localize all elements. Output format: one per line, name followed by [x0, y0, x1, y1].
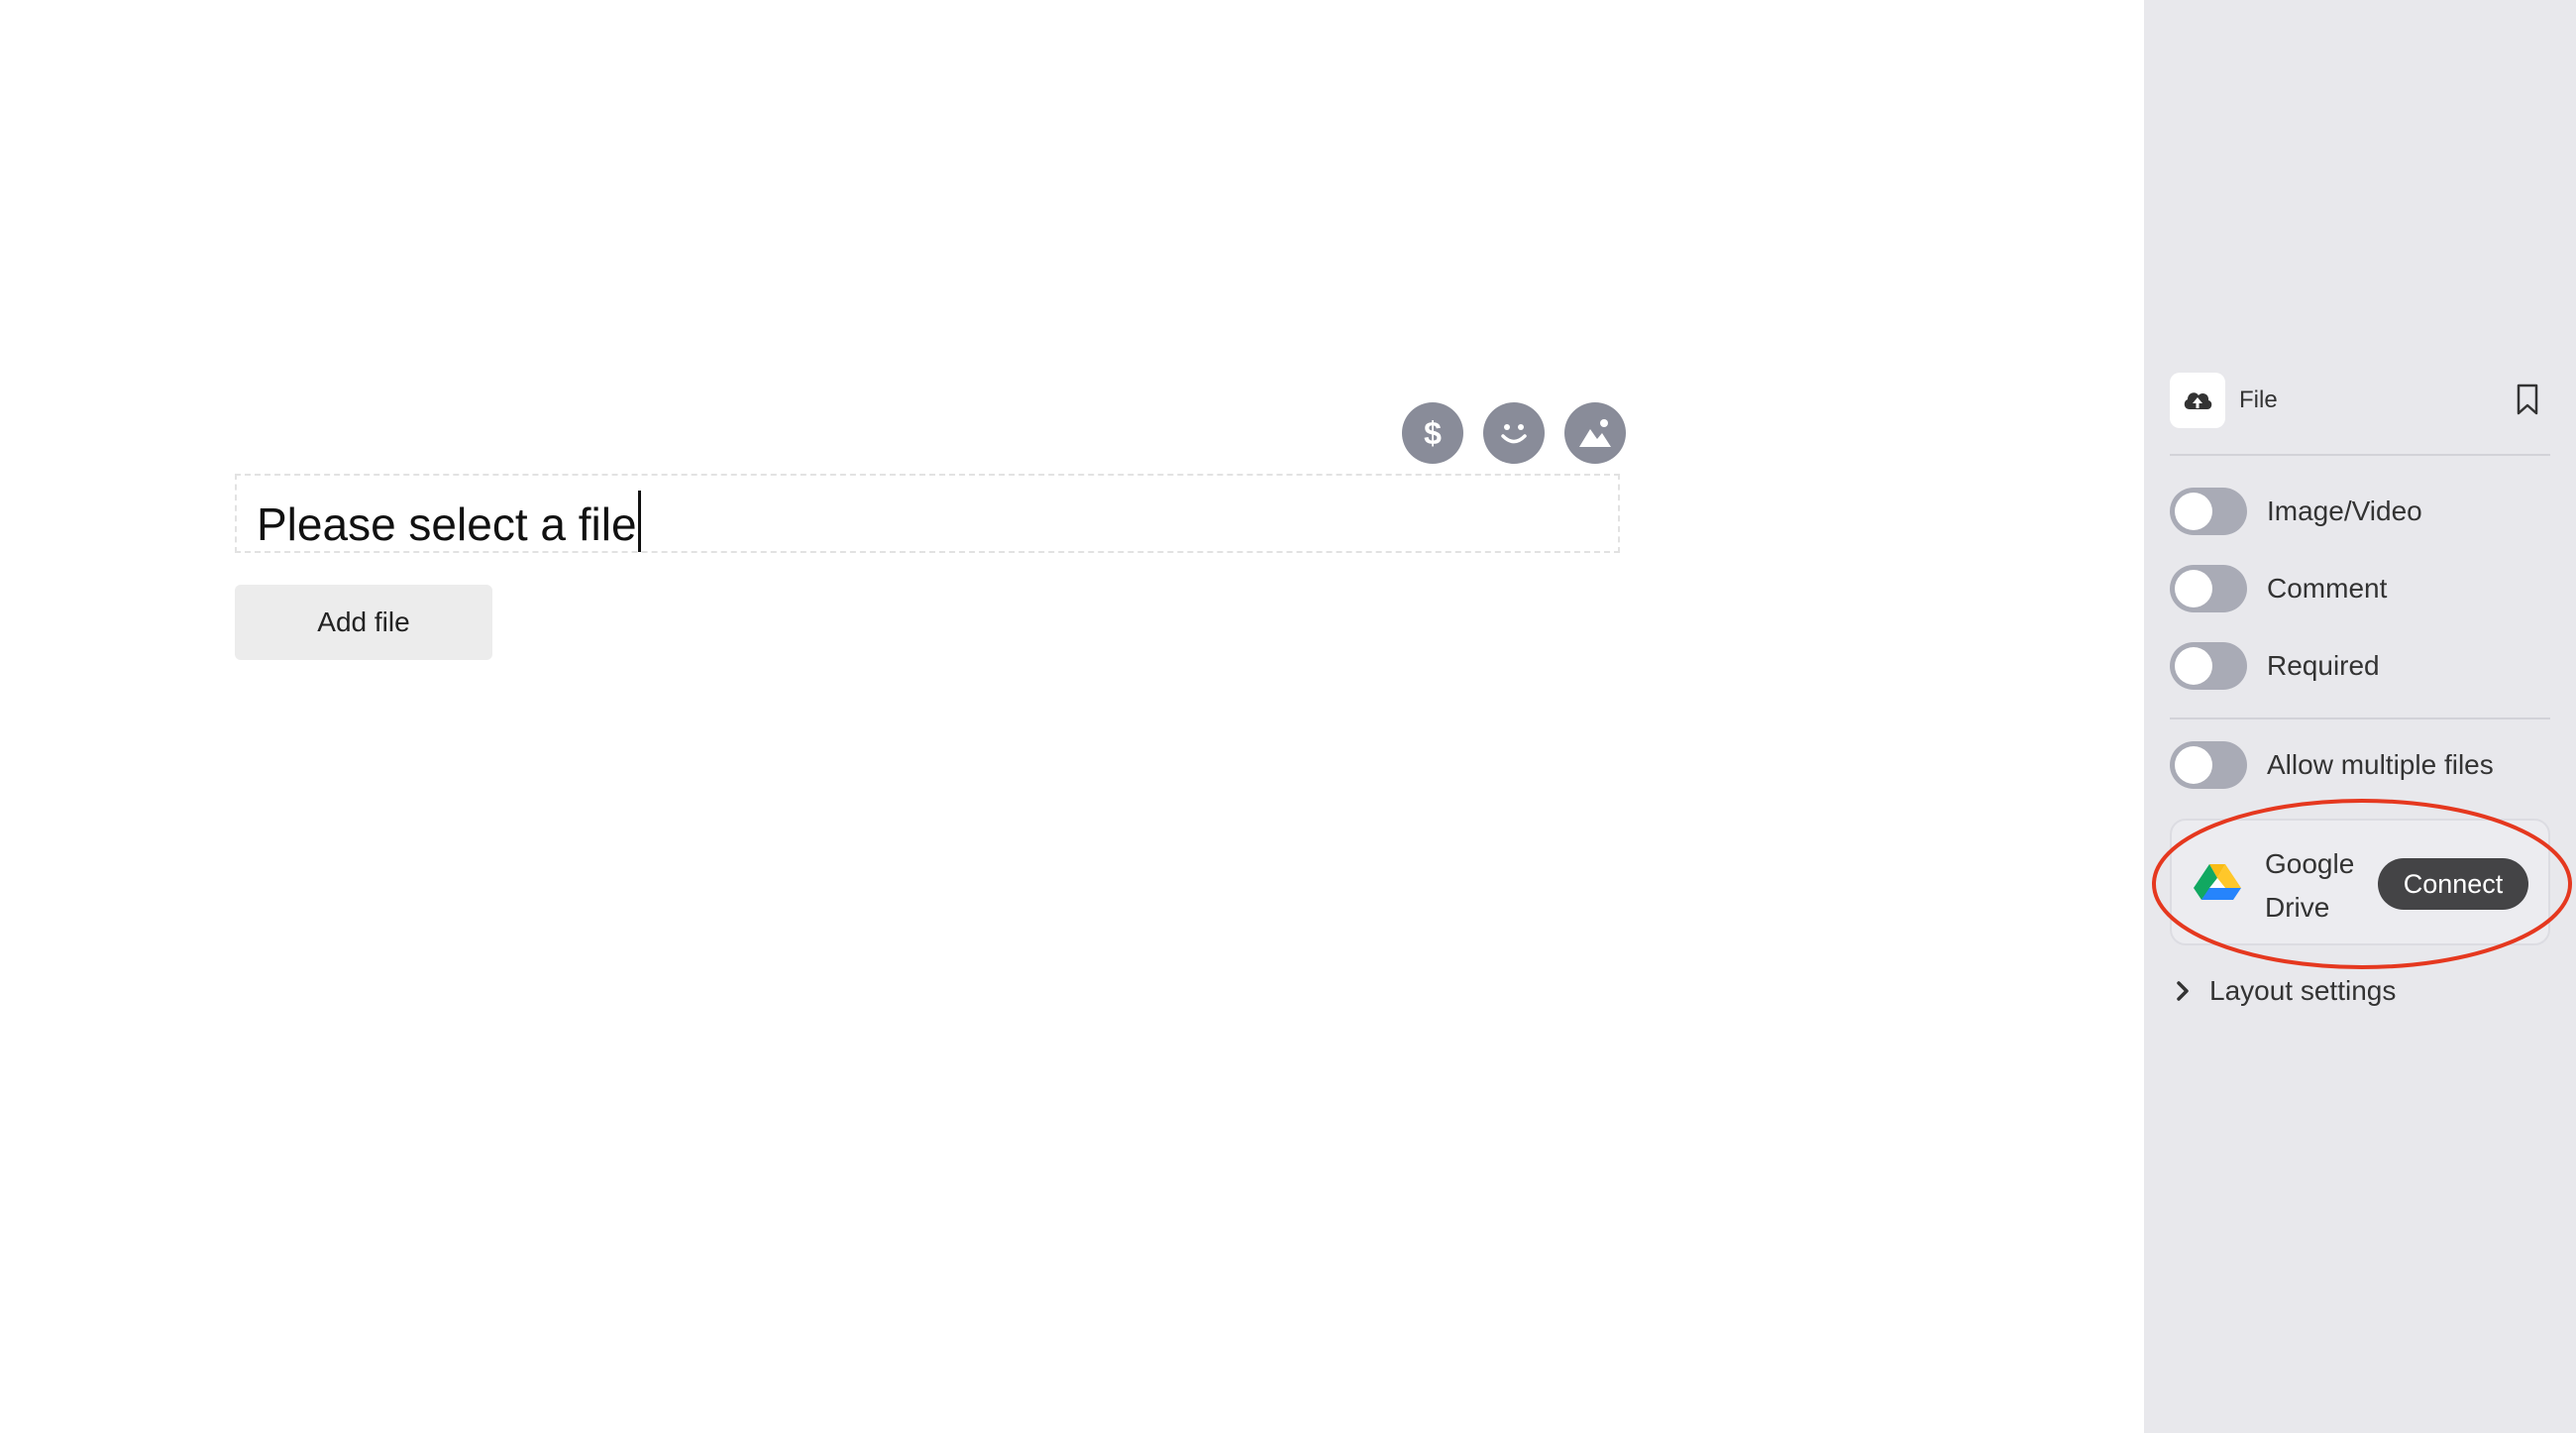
google-drive-icon [2194, 864, 2241, 900]
field-type-icon-box [2170, 373, 2225, 428]
settings-panel: File Image/Video Comment Required Allow … [2144, 0, 2576, 1433]
toggle-row-multiple-files: Allow multiple files [2170, 739, 2494, 791]
svg-text:$: $ [1424, 416, 1442, 450]
dollar-button[interactable]: $ [1402, 402, 1463, 464]
toggle-row-required: Required [2170, 640, 2380, 692]
toggle-label: Image/Video [2267, 496, 2422, 526]
panel-divider [2170, 454, 2550, 456]
question-title-input[interactable]: Please select a file [235, 474, 1620, 553]
toggle-label: Comment [2267, 573, 2388, 604]
field-type-label: File [2239, 386, 2278, 413]
panel-divider [2170, 717, 2550, 719]
dollar-icon: $ [1424, 416, 1442, 450]
field-type-header: File [2170, 373, 2550, 428]
image-button[interactable] [1564, 402, 1626, 464]
add-file-button[interactable]: Add file [235, 585, 492, 660]
comment-toggle[interactable] [2170, 565, 2247, 612]
allow-multiple-files-toggle[interactable] [2170, 741, 2247, 789]
toggle-label: Required [2267, 650, 2380, 681]
chevron-right-icon [2177, 981, 2189, 1001]
layout-settings-toggle[interactable]: Layout settings [2174, 975, 2396, 1007]
connect-button[interactable]: Connect [2378, 858, 2528, 910]
editor-canvas: $ Please select a file Add file [0, 0, 2144, 1433]
question-toolbar: $ [1402, 402, 1626, 464]
toggle-row-image-video: Image/Video [2170, 486, 2422, 537]
layout-settings-label: Layout settings [2209, 975, 2397, 1006]
question-title-text: Please select a file [257, 491, 641, 552]
emoji-button[interactable] [1483, 402, 1545, 464]
required-toggle[interactable] [2170, 642, 2247, 690]
toggle-label: Allow multiple files [2267, 749, 2494, 780]
text-caret [637, 491, 641, 552]
toggle-row-comment: Comment [2170, 563, 2387, 614]
smiley-icon [1501, 424, 1527, 444]
google-drive-card: Google Drive Connect [2170, 819, 2550, 945]
bookmark-icon[interactable] [2515, 383, 2540, 416]
integration-name: Google Drive [2265, 848, 2355, 923]
image-video-toggle[interactable] [2170, 488, 2247, 535]
image-icon [1579, 419, 1611, 447]
cloud-upload-icon [2184, 392, 2212, 409]
